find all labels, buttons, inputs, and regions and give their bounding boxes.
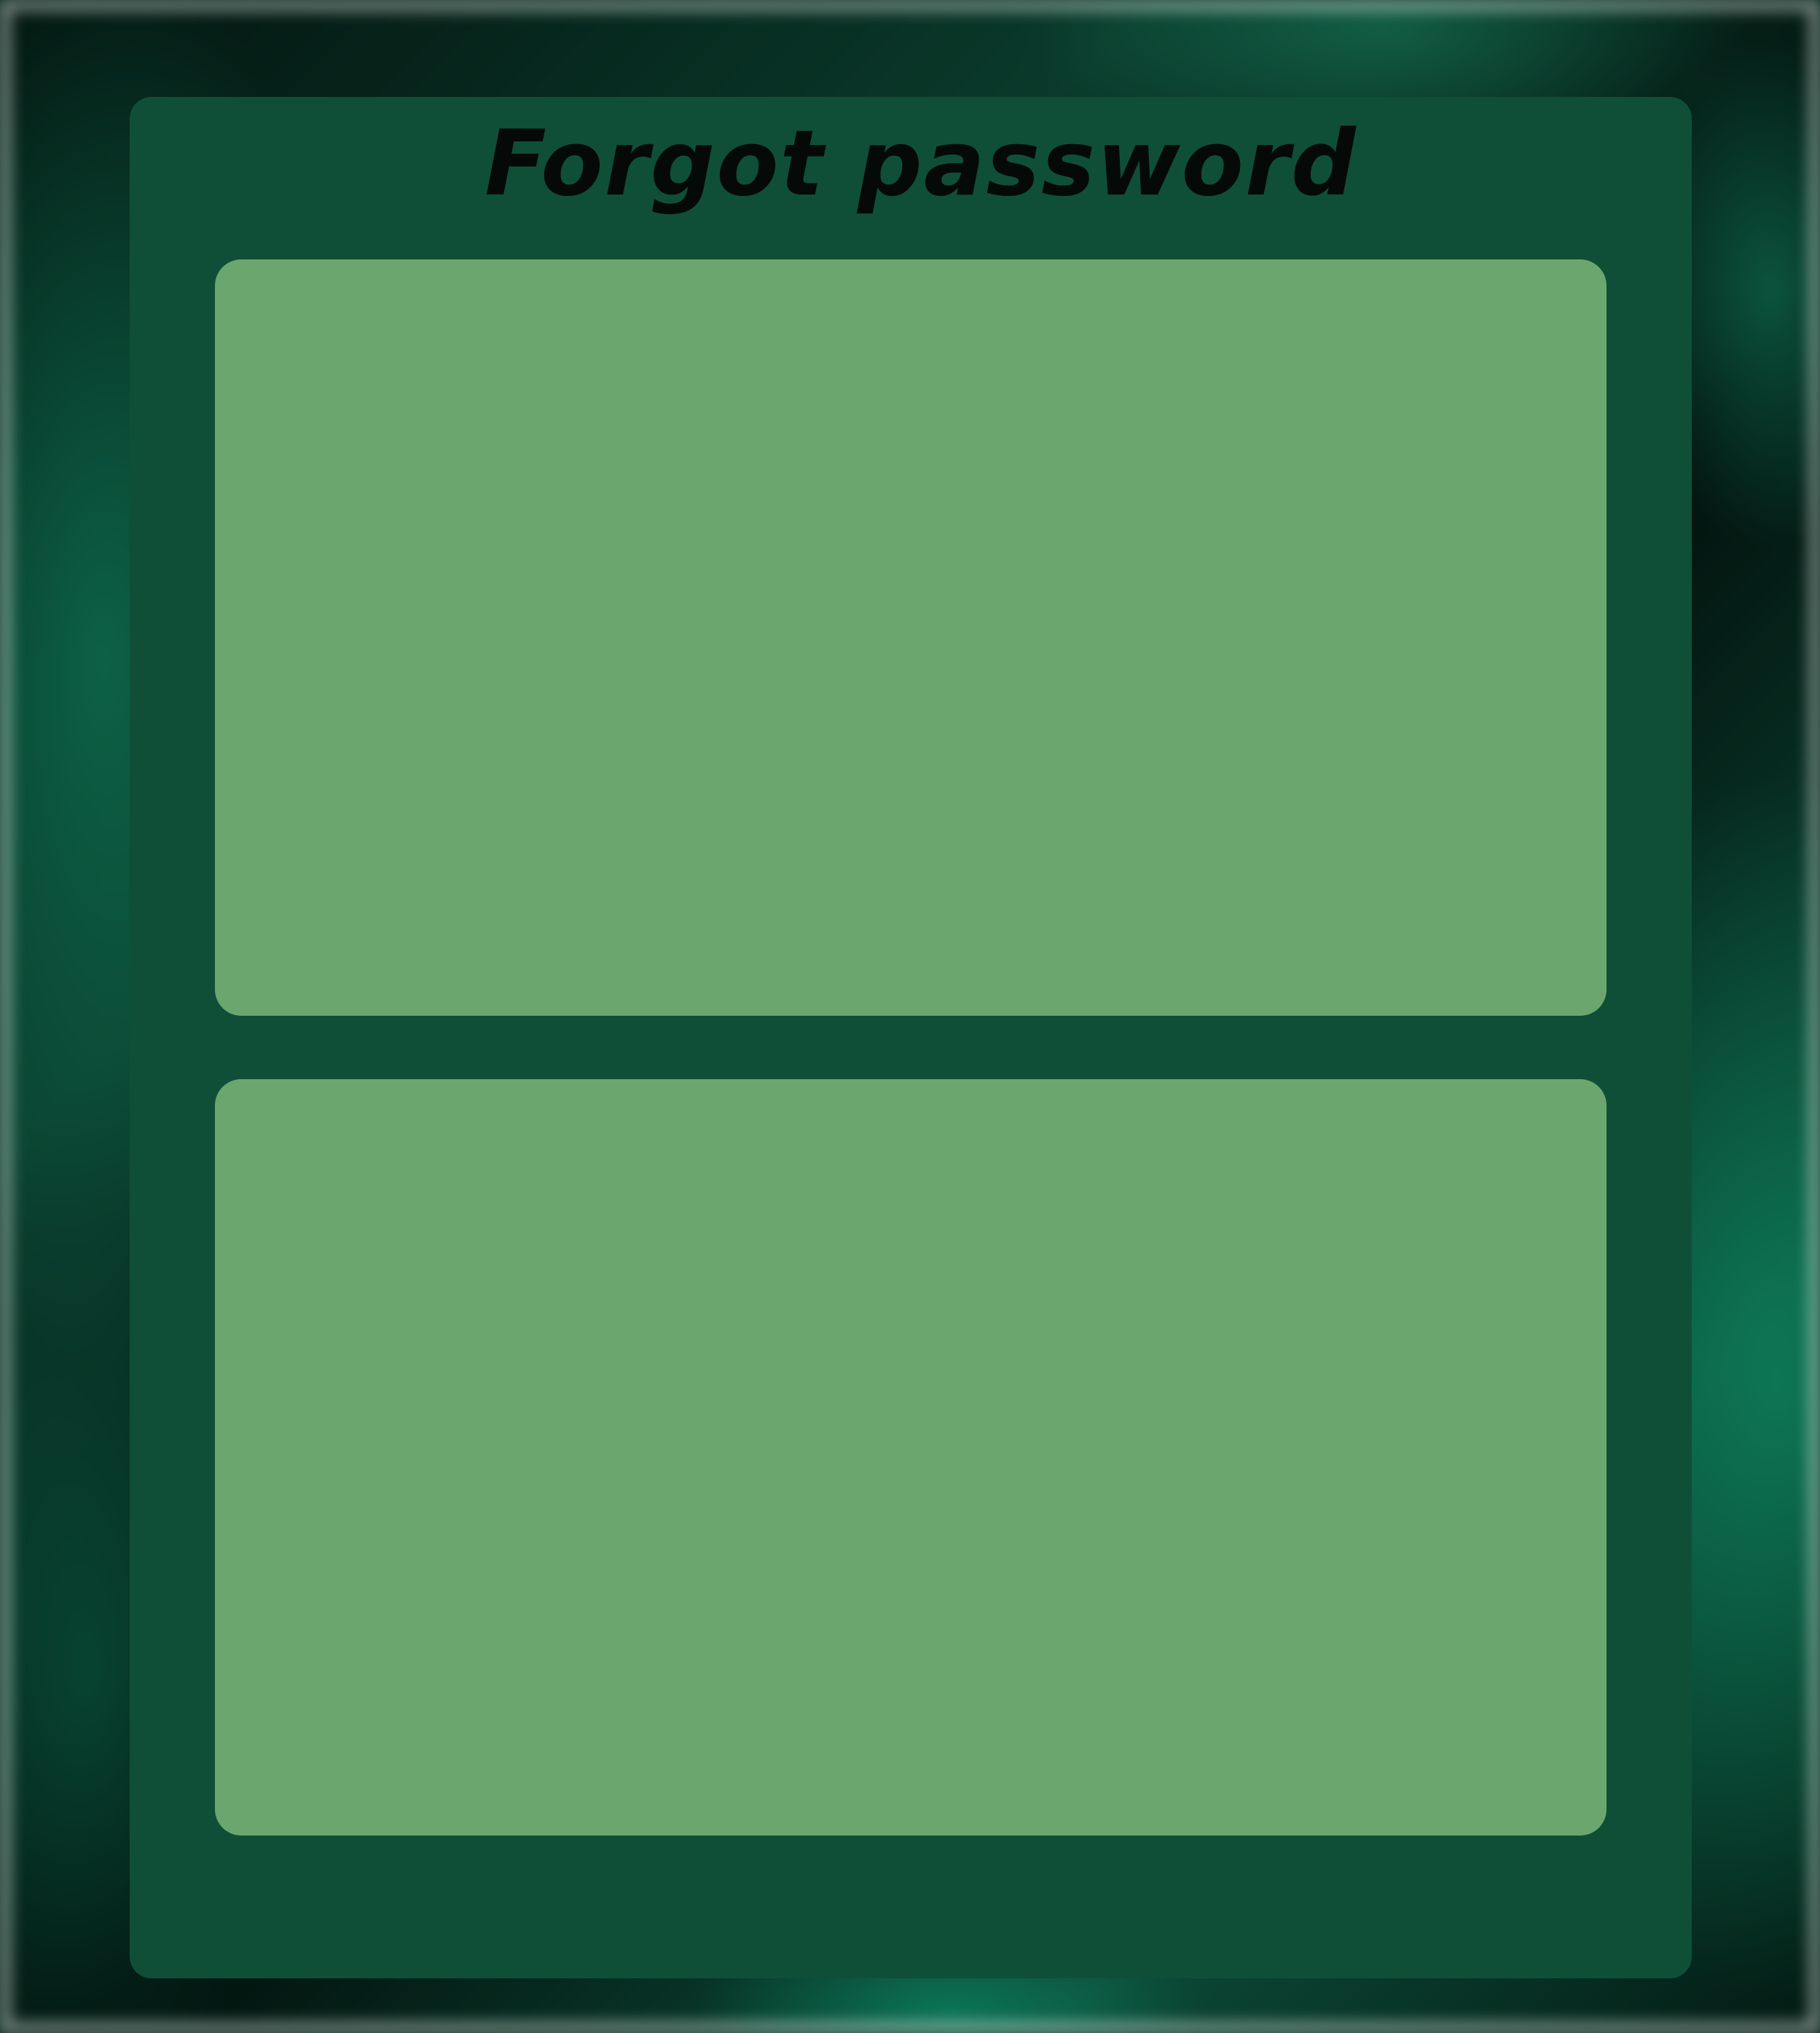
top-content-box[interactable] <box>215 259 1607 1016</box>
bottom-content-box[interactable] <box>215 1079 1607 1836</box>
page-title: Forgot password <box>485 111 1357 216</box>
forgot-password-screen: Forgot password <box>0 0 1820 2033</box>
